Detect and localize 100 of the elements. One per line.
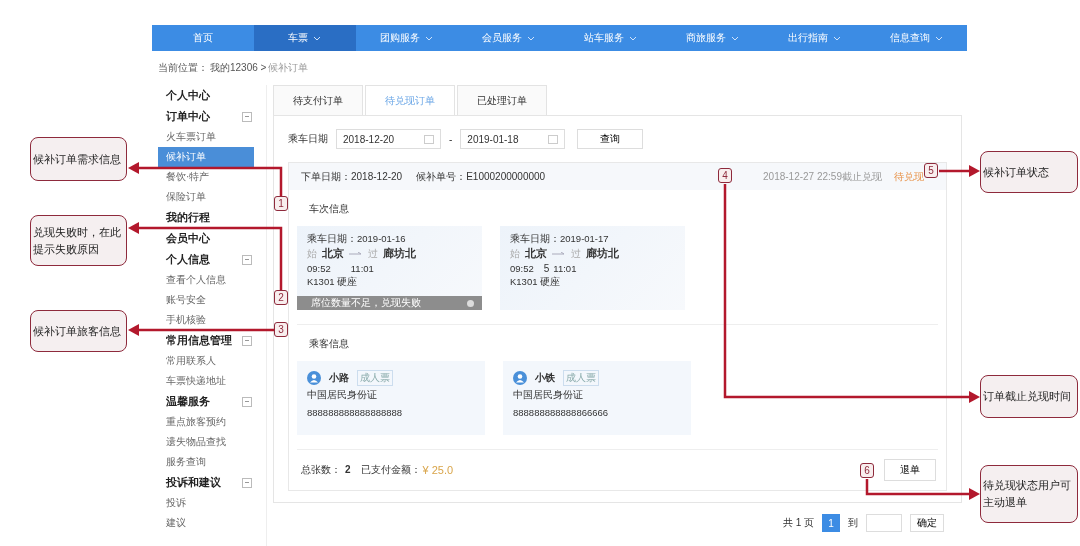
- failure-text: 席位数量不足，兑现失败: [311, 296, 421, 310]
- collapse-icon[interactable]: [242, 396, 252, 407]
- number-badge: 2: [274, 290, 288, 305]
- calendar-icon: [548, 134, 559, 144]
- sidebar-item[interactable]: 遗失物品查找: [158, 432, 254, 452]
- search-button[interactable]: 查询: [577, 129, 644, 149]
- breadcrumb-current: 候补订单: [268, 61, 309, 75]
- goto-label: 到: [848, 516, 858, 530]
- annotation-callout: 待兑现状态用户可主动退单: [980, 465, 1078, 523]
- info-icon: [467, 299, 474, 307]
- sidebar-item[interactable]: 建议: [158, 513, 254, 533]
- ticket-count: 总张数： 2: [301, 463, 351, 477]
- sidebar-item[interactable]: 餐饮·特产: [158, 167, 254, 187]
- train-seat: K1301 硬座: [510, 275, 675, 290]
- avatar-icon: [307, 371, 321, 385]
- number-badge: 5: [924, 163, 938, 178]
- date-field[interactable]: 2019-01-18: [460, 129, 566, 149]
- breadcrumb-label: 当前位置：: [158, 61, 208, 75]
- departure-time: 09:52: [307, 262, 331, 274]
- ticket-type-tag: 成人票: [563, 370, 599, 386]
- page-button[interactable]: 1: [822, 514, 840, 532]
- station-name: 北京: [525, 246, 547, 261]
- arrival-time: 11:01: [350, 262, 374, 274]
- station-tag: 过: [571, 246, 581, 261]
- number-badge: 1: [274, 196, 288, 211]
- nav-item[interactable]: 团购服务: [355, 25, 458, 51]
- sidebar-heading[interactable]: 我的行程: [166, 210, 210, 225]
- sidebar-item[interactable]: 常用联系人: [158, 351, 254, 371]
- annotation-callout: 候补订单需求信息: [30, 137, 127, 181]
- nav-item[interactable]: 信息查询: [865, 25, 967, 51]
- sidebar-item[interactable]: 账号安全: [158, 290, 254, 310]
- sidebar-item[interactable]: 查看个人信息: [158, 270, 254, 290]
- section-title: 乘客信息: [308, 337, 350, 351]
- nav-item[interactable]: 商旅服务: [661, 25, 764, 51]
- order-status: 待兑现: [894, 169, 924, 184]
- arrival-time: 11:01: [553, 262, 577, 274]
- collapse-icon[interactable]: [242, 477, 252, 488]
- sidebar-heading[interactable]: 会员中心: [166, 231, 210, 246]
- sidebar-item[interactable]: 投诉: [158, 493, 254, 513]
- stray-mark: 5: [543, 262, 550, 274]
- station-tag: 始: [510, 246, 520, 261]
- passenger-name: 小路: [329, 371, 349, 385]
- calendar-icon: [424, 134, 434, 144]
- passenger-name: 小铁: [535, 371, 555, 385]
- sidebar-heading[interactable]: 常用信息管理: [166, 333, 232, 348]
- sidebar-item[interactable]: 重点旅客预约: [158, 412, 254, 432]
- page-count: 共 1 页: [782, 516, 814, 530]
- order-number: 候补单号：E1000200000000: [416, 169, 546, 184]
- collapse-icon[interactable]: [242, 254, 252, 265]
- order-date: 下单日期：2018-12-20: [301, 169, 403, 184]
- nav-item[interactable]: 站车服务: [559, 25, 662, 51]
- station-name: 北京: [322, 246, 344, 261]
- nav-item[interactable]: 会员服务: [457, 25, 560, 51]
- sidebar-item[interactable]: 候补订单: [158, 147, 254, 167]
- number-badge: 4: [718, 168, 732, 183]
- sidebar-item[interactable]: 手机核验: [158, 310, 254, 330]
- annotation-callout: 兑现失败时，在此提示失败原因: [30, 215, 127, 266]
- station-name: 廊坊北: [586, 246, 619, 261]
- departure-time: 09:52: [510, 262, 534, 274]
- tab[interactable]: 已处理订单: [457, 85, 547, 115]
- sidebar-item[interactable]: 保险订单: [158, 187, 254, 207]
- sidebar-item[interactable]: 火车票订单: [158, 127, 254, 147]
- annotation-callout: 候补订单旅客信息: [30, 310, 127, 352]
- breadcrumb-link[interactable]: 我的12306 >: [210, 61, 267, 75]
- id-type: 中国居民身份证: [307, 388, 378, 402]
- sidebar-heading[interactable]: 个人中心: [166, 88, 210, 103]
- paid-amount: ¥ 25.0: [422, 464, 454, 476]
- station-tag: 过: [368, 246, 378, 261]
- station-tag: 始: [307, 246, 317, 261]
- id-number: 888888888888866666: [513, 406, 610, 420]
- ticket-type-tag: 成人票: [357, 370, 393, 386]
- collapse-icon[interactable]: [242, 111, 252, 122]
- date-field[interactable]: 2018-12-20: [336, 129, 441, 149]
- sidebar-heading[interactable]: 个人信息: [166, 252, 210, 267]
- sidebar-heading[interactable]: 投诉和建议: [166, 475, 221, 490]
- confirm-button[interactable]: 确定: [910, 514, 944, 532]
- sidebar-heading[interactable]: 温馨服务: [166, 394, 210, 409]
- number-badge: 3: [274, 322, 288, 337]
- nav-item[interactable]: 首页: [152, 25, 254, 51]
- sidebar-item[interactable]: 服务查询: [158, 452, 254, 472]
- annotation-callout: 订单截止兑现时间: [980, 375, 1078, 418]
- trip-date: 乘车日期：2019-01-16: [307, 233, 407, 246]
- trip-date: 乘车日期：2019-01-17: [510, 233, 610, 246]
- filter-label: 乘车日期: [288, 132, 328, 146]
- page-input[interactable]: [866, 514, 902, 532]
- refund-button[interactable]: 退单: [884, 459, 936, 481]
- deadline-text: 2018-12-27 22:59截止兑现: [763, 169, 882, 184]
- nav-item[interactable]: 出行指南: [763, 25, 866, 51]
- collapse-icon[interactable]: [242, 335, 252, 346]
- sidebar-item[interactable]: 车票快递地址: [158, 371, 254, 391]
- avatar-icon: [513, 371, 527, 385]
- sidebar-heading[interactable]: 订单中心: [166, 109, 210, 124]
- tab[interactable]: 待支付订单: [273, 85, 363, 115]
- annotation-callout: 候补订单状态: [980, 151, 1078, 193]
- number-badge: 6: [860, 463, 874, 478]
- nav-item[interactable]: 车票: [253, 25, 356, 51]
- train-seat: K1301 硬座: [307, 275, 472, 290]
- section-title: 车次信息: [308, 202, 350, 216]
- id-number: 888888888888888888: [307, 406, 404, 420]
- leader-line: [939, 165, 980, 177]
